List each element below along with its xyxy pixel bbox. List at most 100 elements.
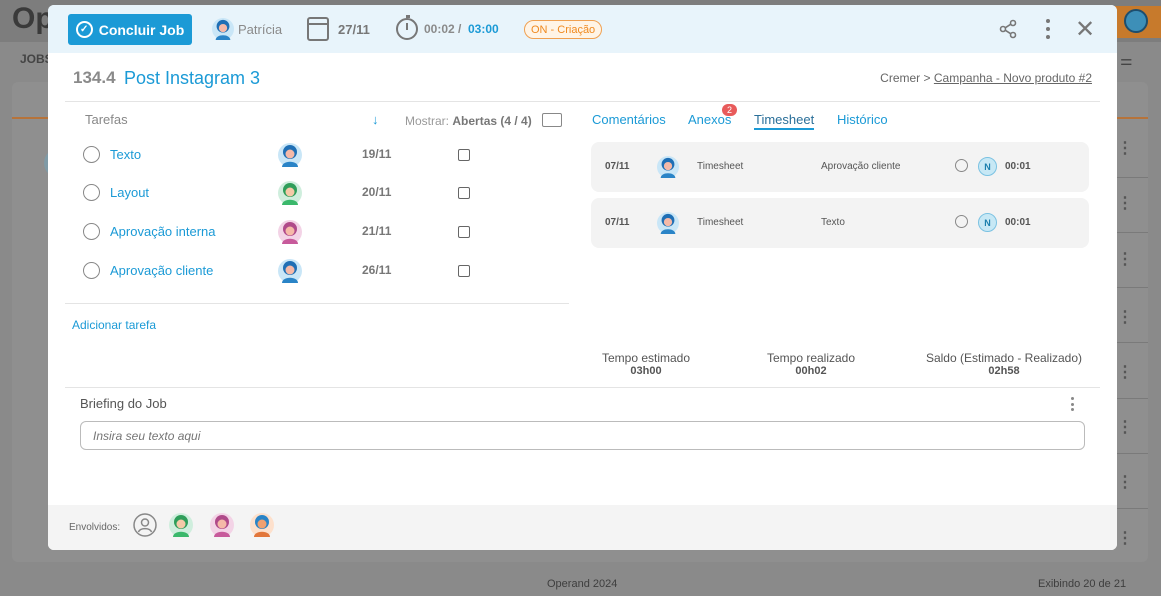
task-row: Texto 19/11 bbox=[83, 143, 483, 167]
timesheet-badge: N bbox=[978, 213, 997, 232]
task-complete-radio[interactable] bbox=[83, 262, 100, 279]
realized-time-summary: Tempo realizado 00h02 bbox=[761, 351, 861, 377]
background-filter-icon: ⚌ bbox=[1120, 52, 1133, 68]
task-date[interactable]: 20/11 bbox=[362, 185, 391, 199]
timesheet-type: Timesheet bbox=[697, 217, 744, 228]
task-assignee-avatar[interactable] bbox=[278, 143, 302, 167]
tab-history[interactable]: Histórico bbox=[837, 112, 888, 127]
timer-icon bbox=[955, 159, 968, 172]
due-date[interactable]: 27/11 bbox=[338, 22, 370, 37]
estimated-time-value: 03h00 bbox=[630, 365, 662, 377]
more-options-icon[interactable] bbox=[1043, 19, 1053, 39]
job-title[interactable]: Post Instagram 3 bbox=[124, 68, 260, 89]
conclude-job-button[interactable]: ✓ Concluir Job bbox=[68, 14, 192, 45]
breadcrumb-client[interactable]: Cremer bbox=[880, 71, 920, 85]
task-name[interactable]: Aprovação cliente bbox=[110, 263, 213, 278]
timer-icon bbox=[955, 215, 968, 228]
timesheet-user-avatar bbox=[657, 212, 679, 234]
time-estimated[interactable]: 03:00 bbox=[468, 22, 499, 36]
task-checkbox[interactable] bbox=[458, 226, 470, 238]
timer-icon[interactable] bbox=[396, 15, 418, 40]
realized-time-label: Tempo realizado bbox=[766, 351, 856, 365]
divider bbox=[65, 303, 569, 304]
conclude-job-label: Concluir Job bbox=[98, 21, 185, 38]
task-date[interactable]: 26/11 bbox=[362, 263, 391, 277]
timesheet-type: Timesheet bbox=[697, 161, 744, 172]
task-complete-radio[interactable] bbox=[83, 146, 100, 163]
background-row-menu-icon: ⋮ bbox=[1117, 474, 1133, 491]
background-row-divider bbox=[1117, 398, 1148, 399]
divider bbox=[65, 387, 1100, 388]
tab-comments[interactable]: Comentários bbox=[592, 112, 666, 127]
briefing-label: Briefing do Job bbox=[80, 396, 167, 411]
user-avatar[interactable] bbox=[212, 18, 234, 40]
background-row-divider bbox=[1117, 342, 1148, 343]
timesheet-entry[interactable]: 07/11 Timesheet Texto N 00:01 bbox=[591, 198, 1089, 248]
task-checkbox[interactable] bbox=[458, 187, 470, 199]
involved-label: Envolvidos: bbox=[69, 522, 121, 533]
briefing-input[interactable] bbox=[80, 421, 1085, 450]
divider bbox=[65, 101, 1100, 102]
estimated-time-label: Tempo estimado bbox=[601, 351, 691, 365]
task-checkbox[interactable] bbox=[458, 149, 470, 161]
task-row: Aprovação interna 21/11 bbox=[83, 220, 483, 244]
background-row-divider bbox=[1117, 177, 1148, 178]
breadcrumb-separator: > bbox=[923, 71, 931, 85]
involved-avatar[interactable] bbox=[169, 513, 193, 537]
job-number: 134.4 bbox=[73, 68, 116, 87]
task-complete-radio[interactable] bbox=[83, 184, 100, 201]
background-footer-count: Exibindo 20 de 21 bbox=[1038, 578, 1127, 590]
task-date[interactable]: 21/11 bbox=[362, 224, 391, 238]
background-row-divider bbox=[1117, 508, 1148, 509]
task-assignee-avatar[interactable] bbox=[278, 181, 302, 205]
task-filter[interactable]: Mostrar: Abertas (4 / 4) bbox=[405, 114, 532, 128]
breadcrumb-project-link[interactable]: Campanha - Novo produto #2 bbox=[934, 71, 1092, 85]
background-row-menu-icon: ⋮ bbox=[1117, 251, 1133, 268]
background-user-avatar bbox=[1124, 9, 1148, 33]
add-involved-icon[interactable] bbox=[133, 513, 157, 537]
share-icon[interactable] bbox=[998, 19, 1018, 39]
involved-avatar[interactable] bbox=[250, 513, 274, 537]
timesheet-task: Aprovação cliente bbox=[821, 161, 901, 172]
background-row-divider bbox=[1117, 453, 1148, 454]
task-complete-radio[interactable] bbox=[83, 223, 100, 240]
briefing-options-icon[interactable] bbox=[1068, 397, 1076, 411]
timesheet-entry[interactable]: 07/11 Timesheet Aprovação cliente N 00:0… bbox=[591, 142, 1089, 192]
background-row-menu-icon: ⋮ bbox=[1117, 530, 1133, 547]
background-row-menu-icon: ⋮ bbox=[1117, 140, 1133, 157]
timesheet-date: 07/11 bbox=[605, 217, 630, 228]
edit-tasks-icon[interactable] bbox=[542, 113, 562, 127]
task-date[interactable]: 19/11 bbox=[362, 147, 391, 161]
tab-timesheet[interactable]: Timesheet bbox=[754, 112, 815, 130]
add-task-link[interactable]: Adicionar tarefa bbox=[72, 318, 156, 332]
background-row-menu-icon: ⋮ bbox=[1117, 419, 1133, 436]
task-row: Layout 20/11 bbox=[83, 181, 483, 205]
task-name[interactable]: Texto bbox=[110, 147, 141, 162]
background-row-divider bbox=[1117, 232, 1148, 233]
background-row-menu-icon: ⋮ bbox=[1117, 309, 1133, 326]
balance-summary: Saldo (Estimado - Realizado) 02h58 bbox=[924, 351, 1084, 377]
task-name[interactable]: Layout bbox=[110, 185, 149, 200]
task-assignee-avatar[interactable] bbox=[278, 220, 302, 244]
attachments-count-badge: 2 bbox=[722, 104, 737, 116]
background-divider bbox=[12, 117, 48, 119]
background-footer-copyright: Operand 2024 bbox=[547, 578, 618, 590]
involved-avatar[interactable] bbox=[210, 513, 234, 537]
task-filter-value: Abertas (4 / 4) bbox=[452, 114, 532, 128]
balance-label: Saldo (Estimado - Realizado) bbox=[925, 351, 1083, 365]
task-name[interactable]: Aprovação interna bbox=[110, 224, 216, 239]
timesheet-task: Texto bbox=[821, 217, 845, 228]
time-spent: 00:02 / bbox=[424, 22, 462, 36]
balance-value: 02h58 bbox=[988, 365, 1020, 377]
timesheet-duration: 00:01 bbox=[1005, 217, 1031, 228]
timesheet-duration: 00:01 bbox=[1005, 161, 1031, 172]
task-checkbox[interactable] bbox=[458, 265, 470, 277]
task-row: Aprovação cliente 26/11 bbox=[83, 259, 483, 283]
status-badge[interactable]: ON - Criação bbox=[524, 20, 603, 39]
task-assignee-avatar[interactable] bbox=[278, 259, 302, 283]
sort-arrow-icon[interactable]: ↓ bbox=[372, 112, 379, 127]
background-divider bbox=[1117, 117, 1148, 119]
calendar-icon[interactable] bbox=[307, 17, 329, 41]
close-icon[interactable]: ✕ bbox=[1075, 18, 1095, 42]
involved-bar: Envolvidos: bbox=[48, 505, 1117, 550]
